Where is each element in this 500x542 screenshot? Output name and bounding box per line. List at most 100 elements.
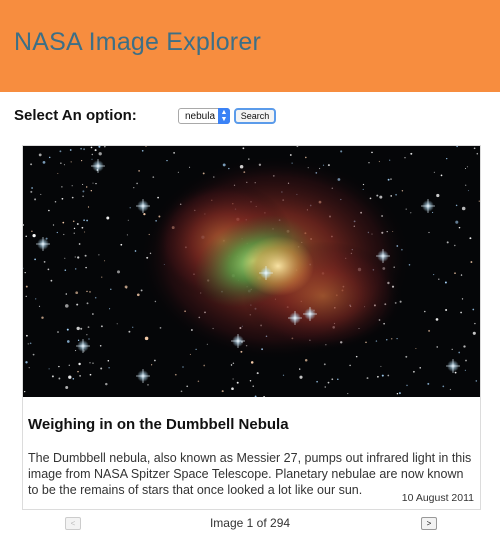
category-select[interactable]: nebula ▲ ▼ <box>178 108 230 124</box>
star <box>444 281 447 284</box>
star <box>72 220 75 223</box>
star <box>92 313 94 315</box>
star <box>469 237 472 240</box>
star <box>105 382 108 386</box>
select-value: nebula <box>185 111 216 122</box>
star <box>221 390 224 393</box>
star <box>76 223 79 225</box>
star <box>57 172 59 175</box>
star <box>109 308 111 310</box>
star <box>87 326 90 328</box>
star <box>134 250 137 252</box>
star <box>389 159 391 161</box>
star <box>347 393 349 395</box>
star <box>42 161 46 164</box>
star <box>182 366 184 368</box>
star <box>32 233 36 238</box>
star <box>159 327 162 329</box>
star <box>436 346 438 348</box>
star <box>61 197 64 200</box>
star <box>433 171 436 173</box>
star <box>127 219 129 221</box>
star <box>249 380 252 382</box>
star <box>413 370 415 373</box>
star <box>69 149 72 151</box>
star <box>52 224 55 226</box>
star <box>406 384 408 387</box>
star <box>446 157 448 160</box>
star <box>454 272 456 274</box>
star <box>197 380 200 383</box>
star <box>368 162 370 164</box>
star <box>40 193 42 195</box>
star <box>86 302 89 305</box>
star <box>455 220 459 224</box>
star <box>415 347 417 350</box>
pagination: < Image 1 of 294 > <box>0 514 500 534</box>
star <box>92 182 94 184</box>
star <box>66 328 69 331</box>
star <box>449 388 451 391</box>
star <box>47 268 50 271</box>
star <box>86 219 88 222</box>
star <box>390 195 392 197</box>
star <box>54 200 57 203</box>
star <box>110 288 112 291</box>
star <box>144 336 149 341</box>
star <box>189 353 191 355</box>
star <box>154 359 156 362</box>
star <box>71 185 73 187</box>
star <box>475 380 478 382</box>
star <box>117 270 120 274</box>
next-button[interactable]: > <box>421 517 437 530</box>
star <box>390 178 392 180</box>
star <box>398 392 401 395</box>
star <box>65 293 68 295</box>
star <box>63 233 65 236</box>
star <box>68 364 70 366</box>
star <box>35 298 37 300</box>
star <box>474 322 476 325</box>
star <box>136 293 140 297</box>
select-arrows-icon: ▲ ▼ <box>218 108 230 124</box>
app-header: NASA Image Explorer <box>0 0 500 92</box>
star <box>380 365 382 367</box>
star <box>396 337 398 340</box>
star <box>108 367 110 369</box>
star <box>454 371 457 374</box>
star <box>70 161 72 163</box>
star <box>136 182 138 185</box>
star <box>51 375 54 378</box>
star <box>460 274 463 276</box>
star <box>189 166 191 168</box>
star <box>419 367 421 369</box>
star <box>77 370 79 373</box>
star <box>81 160 83 162</box>
star <box>86 334 88 336</box>
star <box>94 149 97 152</box>
star <box>242 147 245 150</box>
star <box>405 355 408 358</box>
star <box>61 186 63 188</box>
star <box>27 343 29 345</box>
star <box>91 158 93 160</box>
star <box>106 216 110 220</box>
star <box>299 375 303 379</box>
star <box>68 375 72 379</box>
star <box>89 362 91 364</box>
star <box>464 167 467 170</box>
star <box>25 361 28 364</box>
star <box>24 271 26 274</box>
select-label: Select An option: <box>14 107 137 124</box>
search-button[interactable]: Search <box>234 108 276 124</box>
star <box>129 207 131 209</box>
star <box>85 186 88 188</box>
star <box>87 206 90 208</box>
star <box>461 298 464 300</box>
star <box>34 258 36 261</box>
star <box>77 339 80 341</box>
star <box>299 368 301 370</box>
star <box>76 326 80 331</box>
star <box>387 374 390 377</box>
star <box>81 226 84 229</box>
